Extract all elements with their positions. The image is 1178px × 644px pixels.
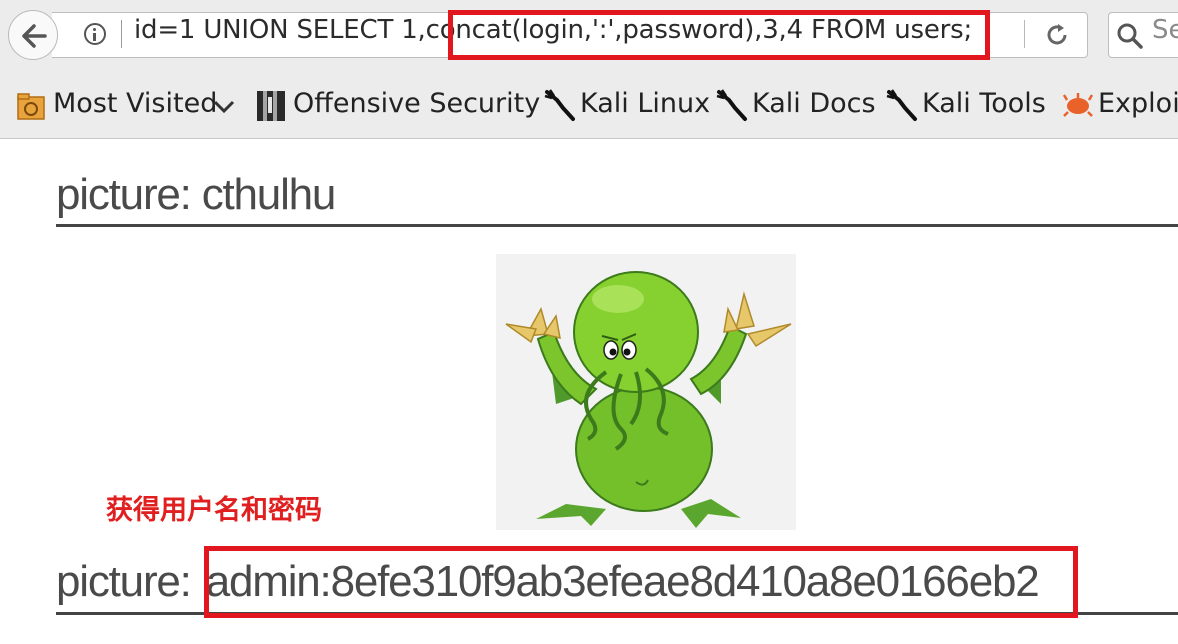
bookmark-exploit[interactable]: Exploit bbox=[1098, 88, 1178, 119]
url-highlight-box bbox=[448, 10, 990, 60]
exploit-db-icon bbox=[1062, 93, 1094, 117]
search-placeholder[interactable]: Se bbox=[1152, 15, 1178, 45]
heading-underline-1 bbox=[56, 224, 1178, 227]
info-icon[interactable] bbox=[84, 23, 106, 45]
annotation-caption: 获得用户名和密码 bbox=[106, 495, 322, 526]
picture-heading-1: picture: cthulhu bbox=[56, 170, 336, 219]
cthulhu-illustration bbox=[505, 271, 792, 528]
reload-icon[interactable] bbox=[1044, 22, 1070, 48]
search-icon[interactable] bbox=[1116, 22, 1144, 50]
bookmark-kali-linux[interactable]: Kali Linux bbox=[580, 88, 710, 119]
kali-dragon-icon bbox=[544, 89, 575, 121]
chevron-down-icon[interactable] bbox=[212, 98, 236, 116]
back-arrow-icon bbox=[22, 24, 47, 48]
folder-icon bbox=[17, 93, 45, 120]
offsec-icon bbox=[257, 91, 285, 121]
kali-dragon-icon bbox=[716, 89, 747, 121]
heading-2-prefix: picture: bbox=[56, 557, 202, 606]
url-separator-right bbox=[1024, 20, 1025, 48]
credential-highlight-box bbox=[204, 546, 1078, 618]
bookmark-kali-tools[interactable]: Kali Tools bbox=[922, 88, 1046, 119]
bookmark-offensive-security[interactable]: Offensive Security bbox=[293, 88, 540, 119]
bookmark-kali-docs[interactable]: Kali Docs bbox=[752, 88, 876, 119]
bookmark-most-visited[interactable]: Most Visited bbox=[53, 88, 217, 119]
url-separator bbox=[121, 20, 122, 48]
cthulhu-picture bbox=[496, 254, 796, 530]
back-button[interactable] bbox=[8, 10, 58, 60]
kali-dragon-icon bbox=[886, 89, 917, 121]
